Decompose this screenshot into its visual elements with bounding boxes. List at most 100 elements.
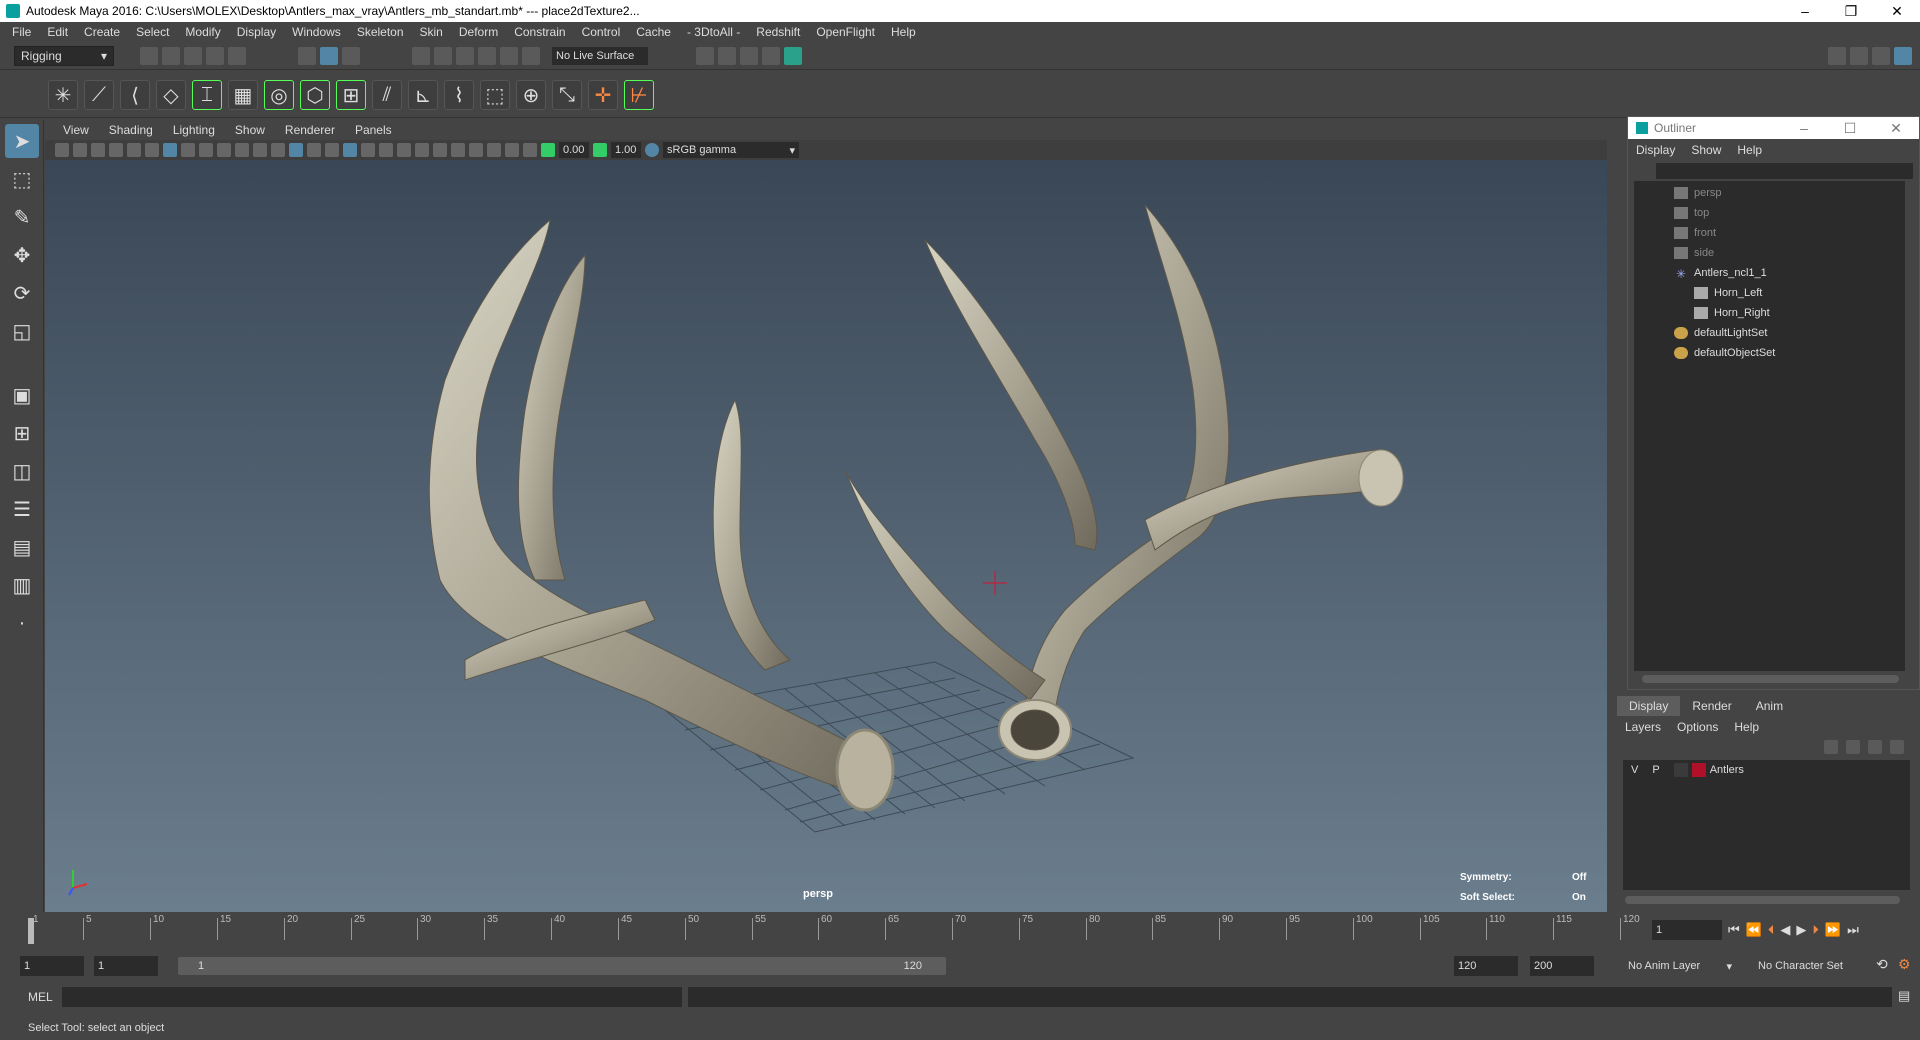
outliner-item-default-light-set[interactable]: defaultLightSet [1674,323,1905,343]
snap-surface-icon[interactable] [500,47,518,65]
auto-key-icon[interactable]: ⟲ [1876,956,1888,973]
hypershade-layout-icon[interactable]: ▥ [5,568,39,602]
select-object-icon[interactable] [320,47,338,65]
outliner-menu-help[interactable]: Help [1737,143,1762,157]
outliner-menu-show[interactable]: Show [1691,143,1721,157]
playback-end-field[interactable]: 120 [1454,956,1518,976]
anim-layer-dropdown[interactable]: No Anim Layer ▾ [1622,956,1738,976]
character-set-dropdown[interactable]: No Character Set [1752,956,1868,976]
film-gate-icon[interactable] [181,143,195,157]
resolution-gate-icon[interactable] [199,143,213,157]
go-to-start-icon[interactable]: ⏮ [1728,922,1740,938]
ik-handle-icon[interactable]: ⟋ [84,80,114,110]
outliner-item-horn-left[interactable]: Horn_Left [1674,283,1905,303]
depth-of-field-icon[interactable] [451,143,465,157]
lattice-icon[interactable]: ◎ [264,80,294,110]
panel-menu-view[interactable]: View [53,123,99,137]
range-slider[interactable]: 1 120 [178,957,946,975]
move-tool-icon[interactable]: ✥ [5,238,39,272]
snap-grid-icon[interactable] [412,47,430,65]
insert-joint-icon[interactable]: ◇ [156,80,186,110]
move-layer-down-icon[interactable] [1846,740,1860,754]
scale-tool-icon[interactable]: ◱ [5,314,39,348]
two-d-pan-icon[interactable] [127,143,141,157]
step-back-key-icon[interactable]: ⏪ [1746,922,1762,938]
menu-skeleton[interactable]: Skeleton [349,25,412,39]
modeling-toolkit-icon[interactable] [1828,47,1846,65]
menu-modify[interactable]: Modify [177,25,228,39]
menu-deform[interactable]: Deform [451,25,506,39]
snap-view-icon[interactable] [478,47,496,65]
aim-constraint-icon[interactable]: ⬚ [480,80,510,110]
textured-icon[interactable] [343,143,357,157]
outliner-search-input[interactable] [1656,163,1913,179]
menu-select[interactable]: Select [128,25,177,39]
grid-toggle-icon[interactable] [163,143,177,157]
camera-attributes-icon[interactable] [73,143,87,157]
outliner-layout-icon[interactable]: ☰ [5,492,39,526]
render-settings-icon[interactable] [696,47,714,65]
layer-visibility[interactable]: V [1631,764,1638,776]
smooth-shade-icon[interactable] [289,143,303,157]
select-tool-icon[interactable]: ➤ [5,124,39,158]
current-frame-field[interactable]: 1 [1652,920,1722,940]
viewport-persp[interactable]: persp Symmetry: Off Soft Select: On [45,160,1607,912]
rotate-tool-icon[interactable]: ⟳ [5,276,39,310]
outliner-item-default-object-set[interactable]: defaultObjectSet [1674,343,1905,363]
more-layouts-icon[interactable]: · [5,606,39,640]
outliner-menu-display[interactable]: Display [1636,143,1675,157]
bookmark-icon[interactable] [91,143,105,157]
panel-menu-lighting[interactable]: Lighting [163,123,225,137]
step-back-frame-icon[interactable]: ⏴ [1768,922,1775,938]
layer-playback[interactable]: P [1652,764,1659,776]
minimize-button[interactable]: – [1782,0,1828,22]
undo-icon[interactable] [206,47,224,65]
scene-canvas[interactable] [45,160,1607,912]
xray-components-icon[interactable] [523,143,537,157]
redo-icon[interactable] [228,47,246,65]
command-input[interactable] [62,987,682,1007]
ambient-occlusion-icon[interactable] [397,143,411,157]
layer-menu-help[interactable]: Help [1734,720,1759,734]
exposure-field[interactable]: 0.00 [559,142,589,158]
snap-curve-icon[interactable] [434,47,452,65]
xray-icon[interactable] [487,143,501,157]
panel-menu-shading[interactable]: Shading [99,123,163,137]
gamma-icon[interactable] [593,143,607,157]
attribute-editor-icon[interactable] [1850,47,1868,65]
menu-windows[interactable]: Windows [284,25,349,39]
outliner-minimize-button[interactable]: – [1781,117,1827,139]
color-management-icon[interactable] [645,143,659,157]
start-time-field[interactable]: 1 [20,956,84,976]
menu-display[interactable]: Display [229,25,284,39]
live-surface-field[interactable]: No Live Surface [552,47,648,65]
motion-blur-icon[interactable] [415,143,429,157]
tab-anim[interactable]: Anim [1744,696,1795,716]
menu-edit[interactable]: Edit [39,25,76,39]
render-view-icon[interactable] [762,47,780,65]
outliner-item-persp[interactable]: persp [1674,183,1905,203]
snap-live-icon[interactable] [522,47,540,65]
camera-select-icon[interactable] [55,143,69,157]
lasso-tool-icon[interactable]: ⬚ [5,162,39,196]
play-backward-icon[interactable]: ◀ [1780,922,1790,938]
color-space-dropdown[interactable]: sRGB gamma ▾ [663,142,799,158]
single-pane-icon[interactable]: ▣ [5,378,39,412]
outliner-item-front[interactable]: front [1674,223,1905,243]
end-time-field[interactable]: 200 [1530,956,1594,976]
wireframe-on-shaded-icon[interactable] [325,143,339,157]
panel-menu-renderer[interactable]: Renderer [275,123,345,137]
menu-3dtoall[interactable]: - 3DtoAll - [679,25,748,39]
bind-skin-icon[interactable]: ⫽ [372,80,402,110]
open-scene-icon[interactable] [162,47,180,65]
layer-name[interactable]: Antlers [1710,764,1744,776]
gate-mask-icon[interactable] [217,143,231,157]
field-chart-icon[interactable] [235,143,249,157]
move-layer-up-icon[interactable] [1824,740,1838,754]
outliner-item-side[interactable]: side [1674,243,1905,263]
image-plane-icon[interactable] [109,143,123,157]
layer-color-swatch[interactable] [1691,763,1706,777]
paint-weights-icon[interactable]: ⊾ [408,80,438,110]
layer-menu-options[interactable]: Options [1677,720,1718,734]
layer-row-antlers[interactable]: V P Antlers [1623,760,1910,780]
